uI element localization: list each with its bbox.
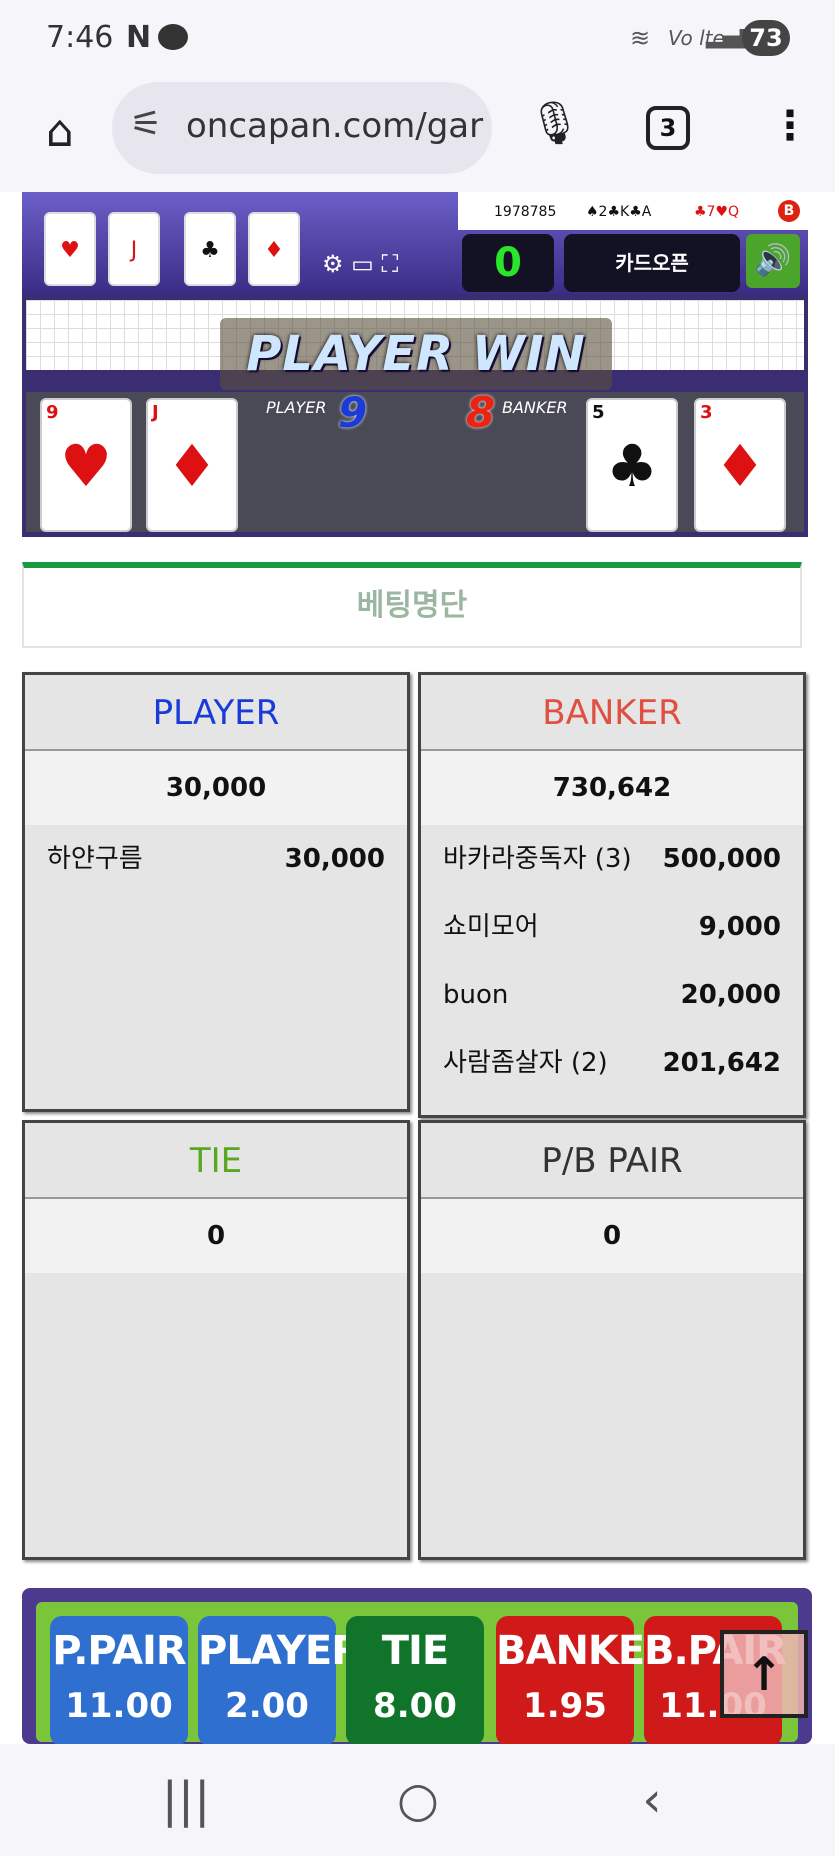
bet-button-odds: 2.00: [225, 1686, 309, 1726]
panel-title: TIE: [25, 1123, 407, 1199]
bet-button-player[interactable]: PLAYER 2.00: [198, 1616, 362, 1746]
bet-button-odds: 11.00: [65, 1686, 173, 1726]
bet-row: 사람좀살자 (2) 201,642: [421, 1029, 803, 1097]
scroll-to-top-arrow-icon[interactable]: ↑: [720, 1630, 808, 1718]
banker-card-2: 3 ♦: [694, 398, 786, 532]
home-icon[interactable]: ⌂: [32, 104, 88, 160]
bet-amount: 20,000: [680, 980, 781, 1010]
panel-title: BANKER: [421, 675, 803, 751]
home-button-icon[interactable]: ○: [378, 1772, 458, 1828]
player-result-cards: ♠2♣K♣A: [586, 204, 652, 220]
address-bar[interactable]: ⚟ oncapan.com/gar: [112, 82, 492, 174]
bet-button-banker[interactable]: BANKER 1.95: [496, 1616, 675, 1746]
card-suit: ♦: [714, 432, 766, 500]
counter-display: 0: [462, 234, 554, 292]
card-suit: ♣: [606, 432, 658, 500]
bettor-name: 바카라중독자 (3): [443, 844, 632, 874]
url-text: oncapan.com/gar: [186, 106, 484, 146]
bet-button-p-pair[interactable]: P.PAIR 11.00: [50, 1616, 188, 1746]
deck-card: ♥: [44, 212, 96, 286]
bet-button-label: TIE: [381, 1628, 450, 1674]
banker-score: 8: [466, 388, 496, 437]
panel-total: 30,000: [25, 751, 407, 825]
video-controls: ⚙ ▭ ⛶: [322, 250, 398, 278]
bet-amount: 9,000: [698, 912, 781, 942]
banker-card-1: 5 ♣: [586, 398, 678, 532]
bet-button-odds: 1.95: [523, 1686, 607, 1726]
microphone-icon[interactable]: 🎙: [528, 98, 581, 154]
card-rank: 9: [46, 402, 59, 423]
bet-button-tie[interactable]: TIE 8.00: [346, 1616, 484, 1746]
panel-total: 0: [421, 1199, 803, 1273]
bet-row: 바카라중독자 (3) 500,000: [421, 825, 803, 893]
pair-bets-panel: P/B PAIR 0: [418, 1120, 806, 1560]
card-suit: ♦: [166, 432, 218, 500]
clock: 7:46: [46, 20, 114, 55]
panel-title: P/B PAIR: [421, 1123, 803, 1199]
card-rank: 5: [592, 402, 605, 423]
status-bar: 7:46 N ≋ Vo lte ▂▄▆ 73: [0, 0, 835, 76]
bet-row: 하얀구름 30,000: [25, 825, 407, 893]
bettor-name: 사람좀살자 (2): [443, 1048, 608, 1078]
bet-row: buon 20,000: [421, 961, 803, 1029]
site-settings-icon[interactable]: ⚟: [130, 104, 162, 145]
picture-in-picture-icon[interactable]: ▭: [351, 250, 374, 278]
bettor-name: 쇼미모어: [443, 912, 539, 942]
recent-apps-icon[interactable]: |||: [146, 1772, 226, 1828]
bettor-name: buon: [443, 980, 509, 1010]
bet-amount: 201,642: [662, 1048, 781, 1078]
round-info-bar: 1978785 ♠2♣K♣A ♣7♥Q B: [458, 192, 808, 230]
fullscreen-icon[interactable]: ⛶: [381, 250, 398, 278]
bet-amount: 500,000: [662, 844, 781, 874]
player-card-1: 9 ♥: [40, 398, 132, 532]
bet-button-label: BANKER: [496, 1628, 675, 1674]
bet-amount: 30,000: [284, 844, 385, 874]
bet-button-odds: 8.00: [373, 1686, 457, 1726]
bettor-name: 하얀구름: [47, 844, 143, 874]
player-card-2: J ♦: [146, 398, 238, 532]
panel-total: 730,642: [421, 751, 803, 825]
panel-title: PLAYER: [25, 675, 407, 751]
card-rank: 3: [700, 402, 713, 423]
deck-card: ♦: [248, 212, 300, 286]
tie-bets-panel: TIE 0: [22, 1120, 410, 1560]
round-id: 1978785: [494, 204, 557, 220]
banker-badge: B: [778, 200, 800, 222]
wifi-icon: ≋: [630, 24, 651, 52]
banker-label: BANKER: [502, 398, 568, 417]
player-label: PLAYER: [266, 398, 327, 417]
banker-result-cards: ♣7♥Q: [694, 204, 740, 220]
sound-toggle-icon[interactable]: 🔊: [746, 234, 800, 288]
overflow-menu-icon[interactable]: ⋮: [770, 100, 810, 152]
panel-total: 0: [25, 1199, 407, 1273]
player-bets-panel: PLAYER 30,000 하얀구름 30,000: [22, 672, 410, 1112]
gear-icon[interactable]: ⚙: [322, 250, 344, 278]
bet-row: 쇼미모어 9,000: [421, 893, 803, 961]
bet-button-bar: P.PAIR 11.00 PLAYER 2.00 TIE 8.00 BANKER…: [22, 1588, 812, 1746]
player-score: 9: [338, 388, 368, 437]
deck-card: J: [108, 212, 160, 286]
banker-bets-panel: BANKER 730,642 바카라중독자 (3) 500,000 쇼미모어 9…: [418, 672, 806, 1118]
card-table: [26, 392, 804, 532]
card-rank: J: [152, 402, 159, 423]
bet-list-header: 베팅명단: [22, 562, 802, 648]
win-banner: PLAYER WIN: [220, 318, 612, 390]
bet-button-label: PLAYER: [198, 1628, 362, 1674]
card-suit: ♥: [60, 432, 112, 500]
baccarat-game-view: ♥ J ♣ ♦ ⚙ ▭ ⛶ 1978785 ♠2♣K♣A ♣7♥Q B 0 카드…: [22, 192, 808, 537]
netflix-notification-icon: N: [126, 20, 152, 55]
tab-switcher-button[interactable]: 3: [646, 106, 690, 150]
deck-card: ♣: [184, 212, 236, 286]
back-icon[interactable]: ‹: [612, 1772, 692, 1828]
chat-notification-icon: [158, 24, 188, 50]
bet-button-label: P.PAIR: [52, 1628, 186, 1674]
system-navigation-bar: ||| ○ ‹: [0, 1744, 835, 1856]
card-open-button[interactable]: 카드오픈: [564, 234, 740, 292]
battery-indicator: 73: [742, 20, 790, 56]
